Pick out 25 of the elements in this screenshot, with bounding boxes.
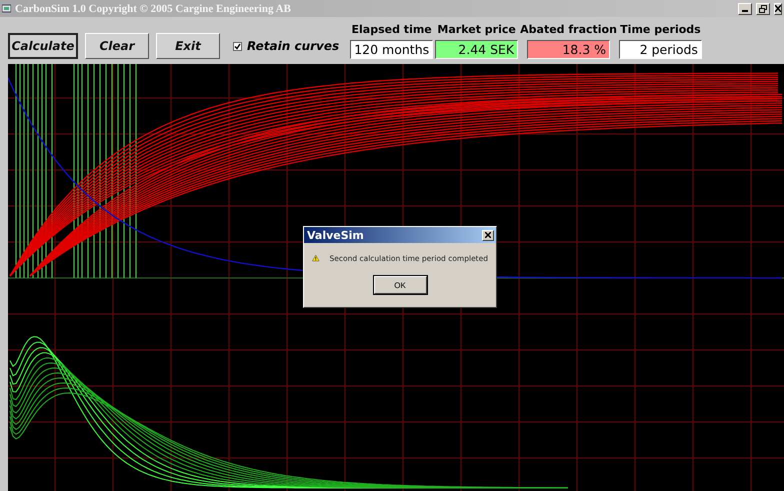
close-icon [485,232,491,238]
dialog-title: ValveSim [307,228,364,242]
readout-label: Market price [437,23,516,36]
checkbox[interactable] [233,42,242,50]
close-button[interactable] [482,230,494,240]
check-icon [234,42,241,50]
ok-button[interactable]: OK [374,276,426,294]
readout-label: Abated fraction [520,23,617,36]
window-title: CarbonSim 1.0 Copyright © 2005 Cargine Engineering AB [15,2,292,14]
readout-label: Time periods [620,23,701,36]
readout-field: 2 periods [618,40,702,59]
readout-field: 120 months [350,40,434,59]
restore-icon [759,4,767,12]
checkbox-label: Retain curves [247,39,340,53]
toolbar-button[interactable]: Exit [156,33,220,59]
minimize-button[interactable] [738,2,752,14]
close-icon [775,5,781,12]
toolbar-button[interactable]: Clear [85,33,149,59]
close-button[interactable] [774,2,782,14]
restore-button[interactable] [756,2,770,14]
toolbar-button[interactable]: Calculate [8,33,78,59]
readout-label: Elapsed time [352,23,432,36]
readout-field: 2.44 SEK [435,40,518,59]
app-icon [2,4,11,13]
readout-field: 18.3 % [527,40,610,59]
